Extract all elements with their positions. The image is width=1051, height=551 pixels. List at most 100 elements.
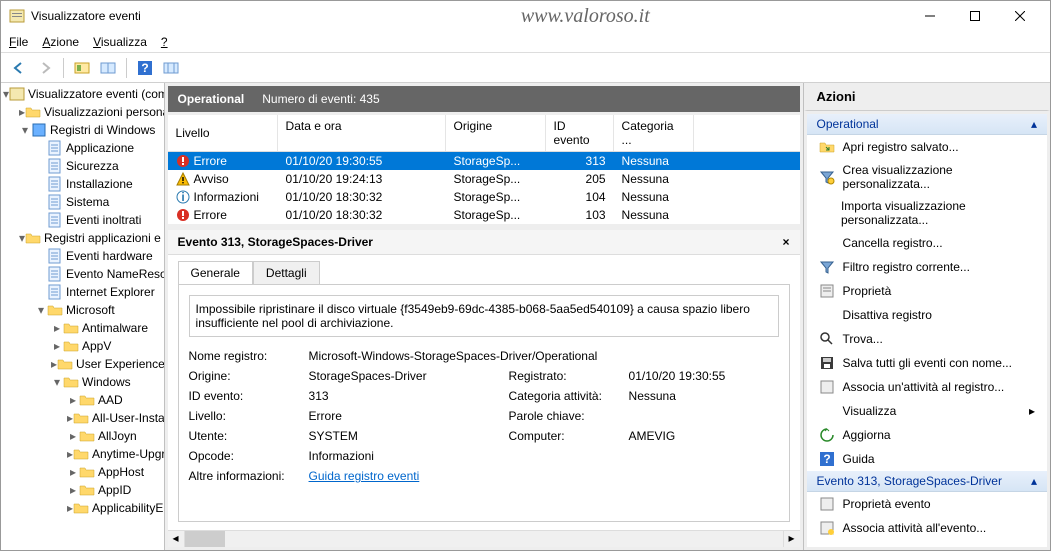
maximize-button[interactable] — [952, 2, 997, 30]
action-icon — [819, 235, 835, 251]
action-item[interactable]: Trova... — [807, 327, 1047, 351]
close-detail-button[interactable]: × — [783, 235, 790, 249]
folder-icon — [63, 320, 79, 336]
action-icon — [819, 427, 835, 443]
folder-icon — [73, 410, 89, 426]
layout-button[interactable] — [159, 56, 183, 80]
action-item[interactable]: Associa un'attività al registro... — [807, 375, 1047, 399]
tree-log-item[interactable]: Sistema — [3, 193, 162, 211]
tree-log-item[interactable]: Eventi hardware — [3, 247, 162, 265]
event-row[interactable]: Avviso 01/10/20 19:24:13StorageSp...205N… — [168, 170, 800, 188]
tree-folder-item[interactable]: ▸AppV — [3, 337, 162, 355]
folder-icon — [79, 464, 95, 480]
actions-section-event[interactable]: Evento 313, StorageSpaces-Driver▴ — [807, 471, 1047, 492]
tab-details[interactable]: Dettagli — [253, 261, 320, 284]
tree-log-item[interactable]: Evento NameResoluti — [3, 265, 162, 283]
grid-body[interactable]: Errore 01/10/20 19:30:55StorageSp...313N… — [168, 152, 800, 224]
action-item[interactable]: Proprietà — [807, 279, 1047, 303]
tree-windows[interactable]: Windows — [82, 375, 131, 389]
tree-windows-logs[interactable]: Registri di Windows — [50, 123, 155, 137]
value-source: StorageSpaces-Driver — [309, 369, 509, 383]
toolbar: ? — [1, 53, 1050, 83]
action-item[interactable]: Proprietà evento — [807, 492, 1047, 516]
tree-pane[interactable]: ▾Visualizzatore eventi (compu ▸Visualizz… — [1, 83, 165, 550]
tree-folder-item[interactable]: ▸Anytime-Upgr — [3, 445, 162, 463]
tree-log-item[interactable]: Internet Explorer — [3, 283, 162, 301]
event-row[interactable]: Errore 01/10/20 19:30:55StorageSp...313N… — [168, 152, 800, 170]
menu-view[interactable]: Visualizza — [93, 35, 147, 49]
log-icon — [47, 176, 63, 192]
actions-section-operational[interactable]: Operational▴ — [807, 114, 1047, 135]
close-button[interactable] — [997, 2, 1042, 30]
caret-icon[interactable]: ▾ — [19, 123, 31, 137]
collapse-icon[interactable]: ▴ — [1031, 117, 1037, 131]
col-level[interactable]: Livello — [168, 115, 278, 151]
tree-folder-item[interactable]: ▸AppID — [3, 481, 162, 499]
panel-button[interactable] — [96, 56, 120, 80]
help-button[interactable]: ? — [133, 56, 157, 80]
action-icon — [819, 355, 835, 371]
tree-folder-item[interactable]: ▸User Experience Vi — [3, 355, 162, 373]
menu-help[interactable]: ? — [161, 35, 168, 49]
tree-log-item[interactable]: Eventi inoltrati — [3, 211, 162, 229]
action-item[interactable]: Disattiva registro — [807, 303, 1047, 327]
tree-app-logs[interactable]: Registri applicazioni e ser — [44, 231, 165, 245]
tree-log-item[interactable]: Installazione — [3, 175, 162, 193]
eventviewer-icon — [9, 86, 25, 102]
action-item[interactable]: Crea visualizzazione personalizzata... — [807, 159, 1047, 195]
link-log-help[interactable]: Guida registro eventi — [309, 469, 509, 483]
action-item[interactable]: ?Guida — [807, 447, 1047, 471]
menu-action[interactable]: Azione — [42, 35, 79, 49]
event-row[interactable]: Errore 01/10/20 18:30:32StorageSp...103N… — [168, 206, 800, 224]
tree-folder-item[interactable]: ▸AppHost — [3, 463, 162, 481]
action-item[interactable]: Apri registro salvato... — [807, 135, 1047, 159]
label-computer: Computer: — [509, 429, 629, 443]
scrollbar-h[interactable]: ◂▸ — [168, 530, 800, 547]
col-id[interactable]: ID evento — [546, 115, 614, 151]
grid-header: Livello Data e ora Origine ID evento Cat… — [168, 115, 800, 152]
collapse-icon[interactable]: ▴ — [1031, 474, 1037, 488]
label-category: Categoria attività: — [509, 389, 629, 403]
value-category: Nessuna — [629, 389, 779, 403]
log-icon — [47, 194, 63, 210]
tree-folder-item[interactable]: ▸Antimalware — [3, 319, 162, 337]
level-icon: i — [176, 190, 190, 204]
action-icon: ? — [819, 451, 835, 467]
tree-folder-item[interactable]: ▸AAD — [3, 391, 162, 409]
action-item[interactable]: Filtro registro corrente... — [807, 255, 1047, 279]
detail-title: Evento 313, StorageSpaces-Driver — [178, 235, 373, 249]
col-date[interactable]: Data e ora — [278, 115, 446, 151]
caret-icon[interactable]: ▾ — [35, 303, 47, 317]
tree-custom-views[interactable]: Visualizzazioni personalizz — [44, 105, 165, 119]
caret-icon[interactable]: ▾ — [51, 375, 63, 389]
tree-root[interactable]: Visualizzatore eventi (compu — [28, 87, 165, 101]
event-row[interactable]: iInformazioni 01/10/20 18:30:32StorageSp… — [168, 188, 800, 206]
tree-log-item[interactable]: Applicazione — [3, 139, 162, 157]
action-item[interactable]: Visualizza▸ — [807, 399, 1047, 423]
tree-log-item[interactable]: Sicurezza — [3, 157, 162, 175]
svg-text:?: ? — [141, 61, 148, 75]
minimize-button[interactable] — [907, 2, 952, 30]
action-item[interactable]: Cancella registro... — [807, 231, 1047, 255]
action-icon — [819, 259, 835, 275]
label-level: Livello: — [189, 409, 309, 423]
action-item[interactable]: Salva tutti gli eventi con nome... — [807, 351, 1047, 375]
action-item[interactable]: Aggiorna — [807, 423, 1047, 447]
tree-folder-item[interactable]: ▸ApplicabilityEr — [3, 499, 162, 517]
col-origin[interactable]: Origine — [446, 115, 546, 151]
tab-general[interactable]: Generale — [178, 261, 253, 284]
tree-microsoft[interactable]: Microsoft — [66, 303, 115, 317]
folder-icon — [47, 302, 63, 318]
forward-button[interactable] — [33, 56, 57, 80]
action-icon — [819, 496, 835, 512]
label-user: Utente: — [189, 429, 309, 443]
col-category[interactable]: Categoria ... — [614, 115, 694, 151]
back-button[interactable] — [7, 56, 31, 80]
menu-file[interactable]: File — [9, 35, 28, 49]
tree-folder-item[interactable]: ▸AllJoyn — [3, 427, 162, 445]
action-icon — [819, 205, 833, 221]
tree-folder-item[interactable]: ▸All-User-Instal — [3, 409, 162, 427]
show-tree-button[interactable] — [70, 56, 94, 80]
action-item[interactable]: Importa visualizzazione personalizzata..… — [807, 195, 1047, 231]
action-item[interactable]: Associa attività all'evento... — [807, 516, 1047, 540]
